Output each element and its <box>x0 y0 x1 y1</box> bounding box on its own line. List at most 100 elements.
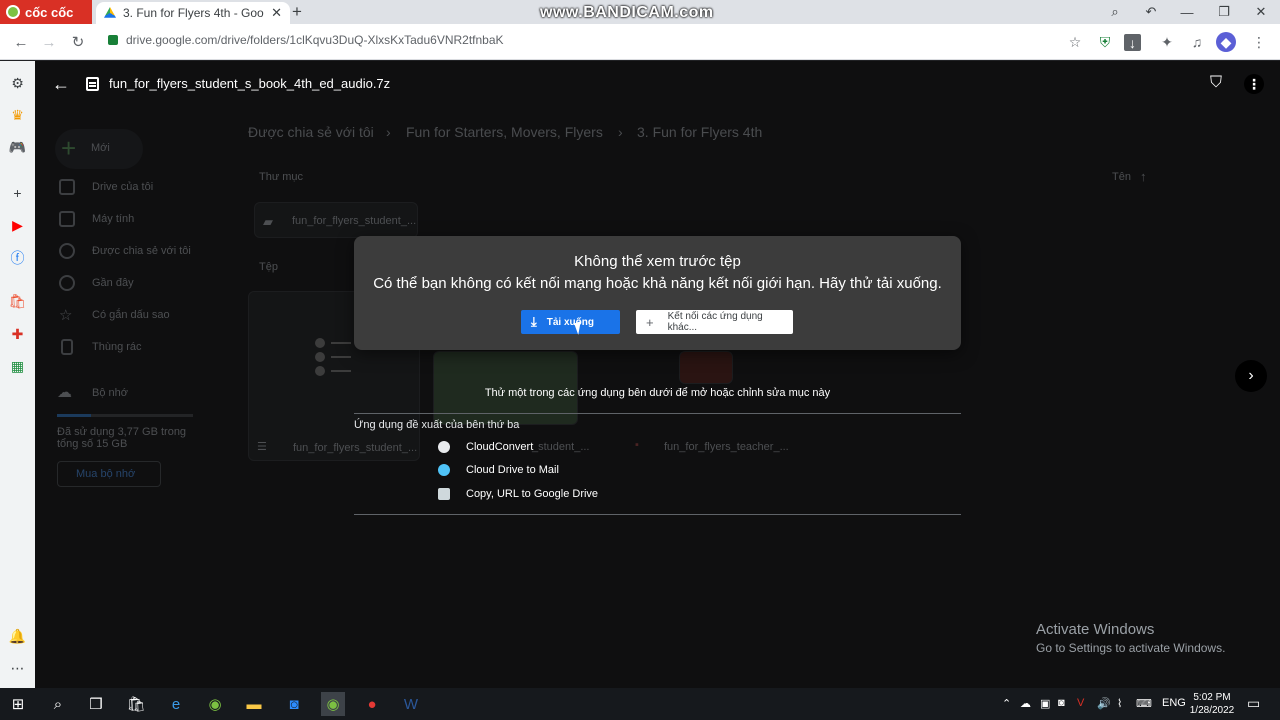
breadcrumb-separator-icon: › <box>386 124 391 140</box>
active-tab[interactable]: 3. Fun for Flyers 4th - Google ✕ <box>96 2 290 24</box>
zoom-icon[interactable]: ◙ <box>282 692 306 716</box>
recent-clock-icon <box>59 275 75 291</box>
buy-storage-button[interactable]: Mua bộ nhớ <box>57 461 161 487</box>
close-tab-icon[interactable]: ✕ <box>271 5 282 21</box>
next-file-chevron-icon[interactable]: › <box>1235 360 1267 392</box>
edge-icon[interactable]: e <box>164 692 188 716</box>
nav-storage[interactable]: Bộ nhớ <box>92 387 128 399</box>
shopee-icon[interactable]: 🛍 <box>8 292 27 311</box>
back-arrow-icon[interactable]: ← <box>50 73 72 95</box>
tray-chevron-up-icon[interactable]: ⌃ <box>1002 697 1011 710</box>
download-button-label: Tải xuống <box>546 316 594 328</box>
tray-app-icon[interactable]: ▣ <box>1040 697 1050 710</box>
download-button[interactable]: ⤓ Tải xuống <box>521 310 620 334</box>
youtube-icon[interactable]: ▶ <box>8 216 27 235</box>
more-options-icon[interactable]: ⋯ <box>8 659 27 678</box>
add-shortcut-icon[interactable]: + <box>8 183 27 202</box>
folder-icon: ▰ <box>263 214 273 229</box>
sort-label[interactable]: Tên <box>1112 171 1131 183</box>
wifi-icon[interactable]: ⌇ <box>1117 697 1122 710</box>
more-actions-icon[interactable]: ⋮ <box>1244 74 1264 94</box>
coccoc-logo[interactable]: cốc cốc <box>0 0 92 24</box>
nav-shared[interactable]: Được chia sẻ với tôi <box>92 245 191 257</box>
nav-recent[interactable]: Gần đây <box>92 277 134 289</box>
coccoc-active-taskbar-icon[interactable]: ◉ <box>321 692 345 716</box>
close-window-button[interactable]: ✕ <box>1244 0 1278 24</box>
game-app-icon[interactable]: ✚ <box>8 325 27 344</box>
storage-cloud-icon: ☁ <box>57 384 72 401</box>
forward-button[interactable]: → <box>38 31 60 53</box>
url-field[interactable]: drive.google.com/drive/folders/1clKqvu3D… <box>108 33 504 47</box>
cloudconvert-icon <box>438 441 450 453</box>
nav-trash[interactable]: Thùng rác <box>92 341 142 353</box>
extension-shield-icon[interactable]: ⛨ <box>1095 32 1115 52</box>
folder-name: fun_for_flyers_student_... <box>292 215 417 227</box>
extensions-puzzle-icon[interactable]: ✦ <box>1157 32 1177 52</box>
task-view-icon[interactable]: ❒ <box>84 692 108 716</box>
nav-starred[interactable]: Có gắn dấu sao <box>92 309 170 321</box>
tab-title: 3. Fun for Flyers 4th - Google <box>123 6 265 20</box>
file-name: fun_for_flyers_student_... <box>293 442 418 454</box>
google-drive-favicon-icon <box>104 7 116 18</box>
settings-gear-icon[interactable]: ⚙ <box>8 74 27 93</box>
minimize-button[interactable]: — <box>1170 0 1204 24</box>
search-icon[interactable]: ⌕ <box>46 692 70 716</box>
activate-windows-notice: Activate Windows Go to Settings to activ… <box>1036 621 1225 655</box>
app-cloudconvert[interactable]: CloudConvert <box>438 438 533 456</box>
browser-menu-icon[interactable]: ⋮ <box>1249 32 1269 52</box>
clock-date: 1/28/2022 <box>1189 705 1235 716</box>
new-tab-button[interactable]: + <box>292 2 302 22</box>
profile-avatar[interactable]: ◆ <box>1216 32 1236 52</box>
onedrive-icon[interactable]: ☁ <box>1020 697 1031 710</box>
media-control-icon[interactable]: ♫ <box>1187 32 1207 52</box>
dialog-message: Có thể bạn không có kết nối mạng hoặc kh… <box>373 275 942 292</box>
facebook-icon[interactable]: ⓕ <box>8 248 27 267</box>
new-button[interactable]: + Mới <box>55 129 143 169</box>
back-to-tab-icon[interactable]: ↶ <box>1134 0 1168 24</box>
notifications-bell-icon[interactable]: 🔔 <box>8 627 27 646</box>
add-to-drive-icon[interactable]: ⛉ <box>1206 73 1226 93</box>
folder-card[interactable]: ▰ fun_for_flyers_student_... <box>254 202 418 238</box>
suggested-apps-heading: Ứng dụng đề xuất của bên thứ ba <box>354 419 520 431</box>
windows-start-icon[interactable]: ⊞ <box>6 692 30 716</box>
coccoc-logo-icon <box>6 5 20 19</box>
file-explorer-icon[interactable]: ▬ <box>242 692 266 716</box>
folders-label: Thư mục <box>259 171 304 183</box>
volume-icon[interactable]: 🔊 <box>1097 697 1111 710</box>
zoom-tray-icon[interactable]: ◙ <box>1058 697 1065 709</box>
store-icon[interactable]: 🛍 <box>124 692 148 716</box>
maximize-button[interactable]: ❐ <box>1207 0 1241 24</box>
address-bar: ← → ↻ drive.google.com/drive/folders/1cl… <box>0 24 1280 60</box>
activate-title: Activate Windows <box>1036 621 1155 638</box>
back-button[interactable]: ← <box>10 31 32 53</box>
breadcrumb-folder[interactable]: Fun for Starters, Movers, Flyers <box>406 124 603 140</box>
app-copy-url-to-drive[interactable]: Copy, URL to Google Drive <box>438 485 598 503</box>
sheets-icon[interactable]: ▦ <box>8 357 27 376</box>
bandicam-watermark: www.BANDICAM.com <box>540 4 714 21</box>
crown-icon[interactable]: ♛ <box>8 106 27 125</box>
copy-url-icon <box>438 488 450 500</box>
keyboard-icon[interactable]: ⌨ <box>1136 697 1152 710</box>
bandicam-record-icon[interactable]: ● <box>360 692 384 716</box>
word-icon[interactable]: W <box>399 692 423 716</box>
nav-my-drive[interactable]: Drive của tôi <box>92 181 153 193</box>
search-tabs-icon[interactable]: ⌕ <box>1098 0 1132 24</box>
app-cloud-drive-to-mail[interactable]: Cloud Drive to Mail <box>438 461 559 479</box>
language-indicator[interactable]: ENG <box>1162 697 1186 709</box>
nav-computers[interactable]: Máy tính <box>92 213 134 225</box>
coccoc-logo-text: cốc cốc <box>25 4 74 20</box>
notifications-icon[interactable]: ▭ <box>1247 695 1260 712</box>
coccoc-taskbar-icon[interactable]: ◉ <box>203 692 227 716</box>
system-clock[interactable]: 5:02 PM 1/28/2022 <box>1188 691 1236 717</box>
connect-apps-button[interactable]: + Kết nối các ứng dụng khác... <box>636 310 793 334</box>
download-icon[interactable]: ↓ <box>1124 34 1141 51</box>
files-label: Tệp <box>259 261 278 273</box>
breadcrumb-current[interactable]: 3. Fun for Flyers 4th <box>637 124 762 140</box>
sort-arrow-up-icon[interactable]: ↑ <box>1140 169 1147 184</box>
reload-button[interactable]: ↻ <box>67 31 89 53</box>
preview-error-dialog: Không thể xem trước tệp Có thể bạn không… <box>354 236 961 350</box>
bookmark-star-icon[interactable]: ☆ <box>1065 32 1085 52</box>
breadcrumb-shared[interactable]: Được chia sẻ với tôi <box>248 124 374 140</box>
vietkey-icon[interactable]: V <box>1077 697 1084 709</box>
gamepad-icon[interactable]: 🎮 <box>8 138 27 157</box>
